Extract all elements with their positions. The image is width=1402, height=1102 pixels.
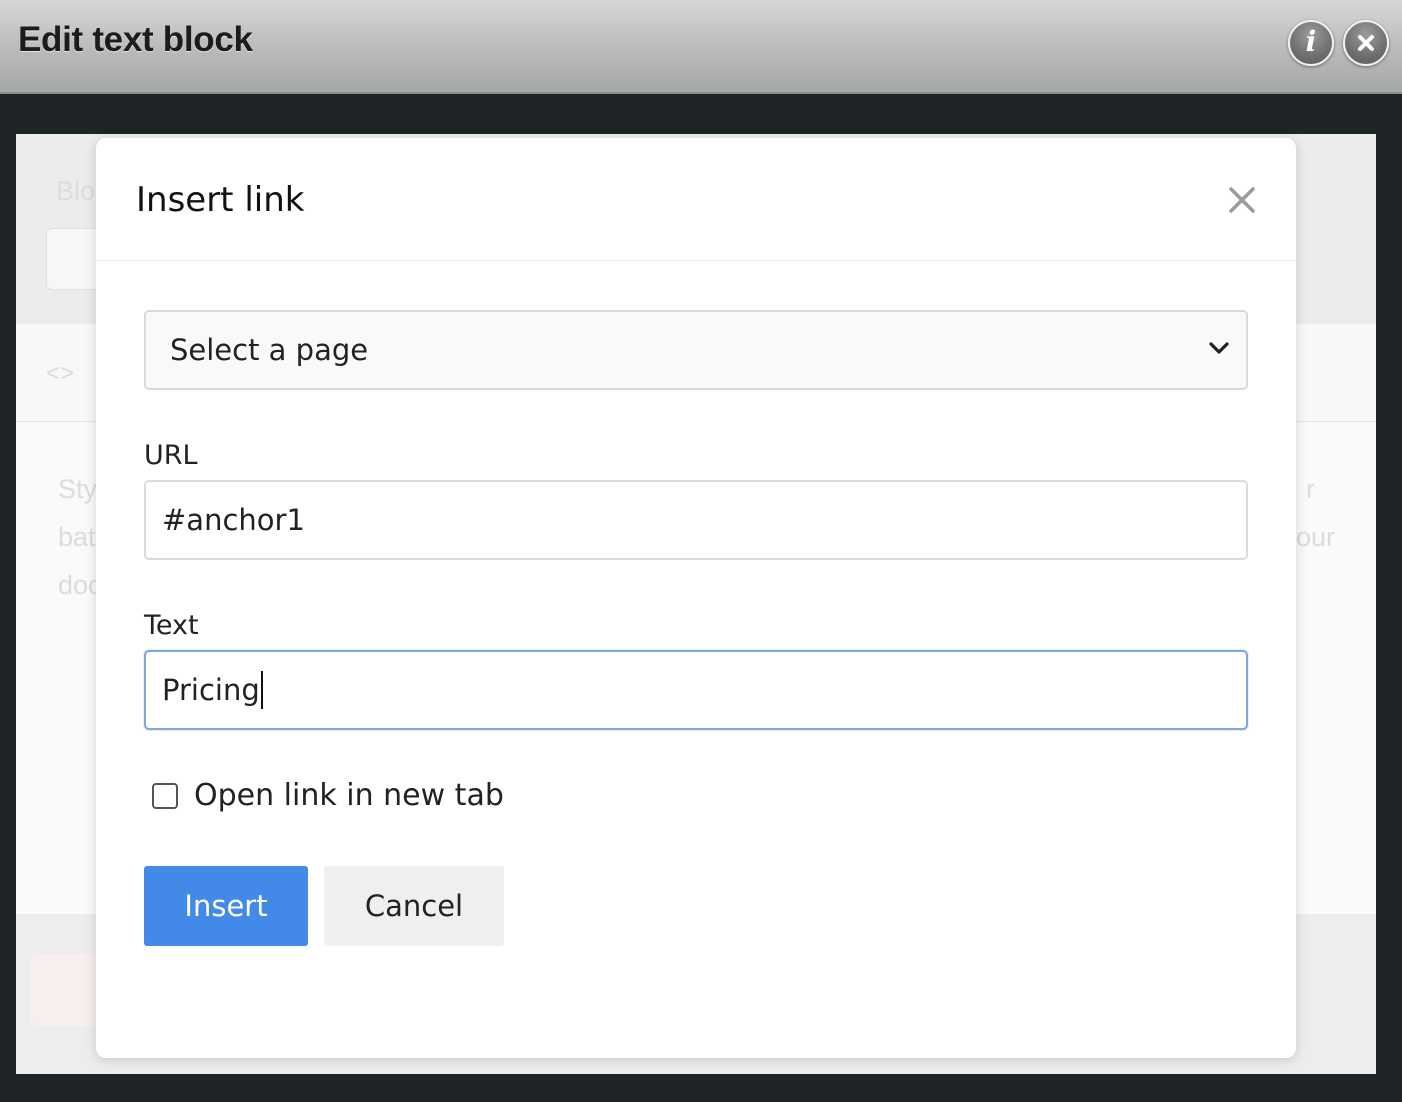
chevron-down-icon <box>1209 342 1229 354</box>
link-text-input[interactable]: Pricing <box>144 650 1248 730</box>
link-text-input-value: Pricing <box>162 673 260 707</box>
background-text-line: bat <box>58 522 96 552</box>
open-new-tab-row[interactable]: Open link in new tab <box>152 778 504 813</box>
dialog-header: Insert link <box>96 138 1296 261</box>
url-input[interactable]: #anchor1 <box>144 480 1248 560</box>
code-icon: <> <box>46 360 75 387</box>
open-new-tab-checkbox[interactable] <box>152 782 178 809</box>
info-icon: i <box>1305 25 1317 58</box>
text-caret <box>260 671 263 709</box>
close-icon <box>1358 35 1374 51</box>
url-input-value: #anchor1 <box>162 503 305 537</box>
close-icon <box>1229 187 1255 213</box>
dialog-title: Insert link <box>136 180 305 220</box>
page-select-value: Select a page <box>170 333 369 367</box>
info-button[interactable]: i <box>1288 20 1334 66</box>
background-label: Blo <box>56 176 96 206</box>
window-titlebar: Edit text block i <box>0 0 1402 94</box>
page-select[interactable]: Select a page <box>144 310 1248 390</box>
background-text-line: Sty <box>58 474 98 504</box>
background-text-line: doc <box>58 570 102 600</box>
cancel-button[interactable]: Cancel <box>324 866 504 946</box>
text-label: Text <box>144 610 199 641</box>
open-new-tab-label[interactable]: Open link in new tab <box>194 778 504 813</box>
window-title: Edit text block <box>18 20 253 59</box>
url-label: URL <box>144 440 198 471</box>
insert-button[interactable]: Insert <box>144 866 308 946</box>
background-text-line: r <box>1306 474 1315 504</box>
background-text-line: our <box>1296 522 1336 552</box>
insert-link-dialog: Insert link Select a page URL #anchor1 T… <box>96 138 1296 1058</box>
window-close-button[interactable] <box>1343 20 1389 66</box>
dialog-close-button[interactable] <box>1224 182 1260 218</box>
